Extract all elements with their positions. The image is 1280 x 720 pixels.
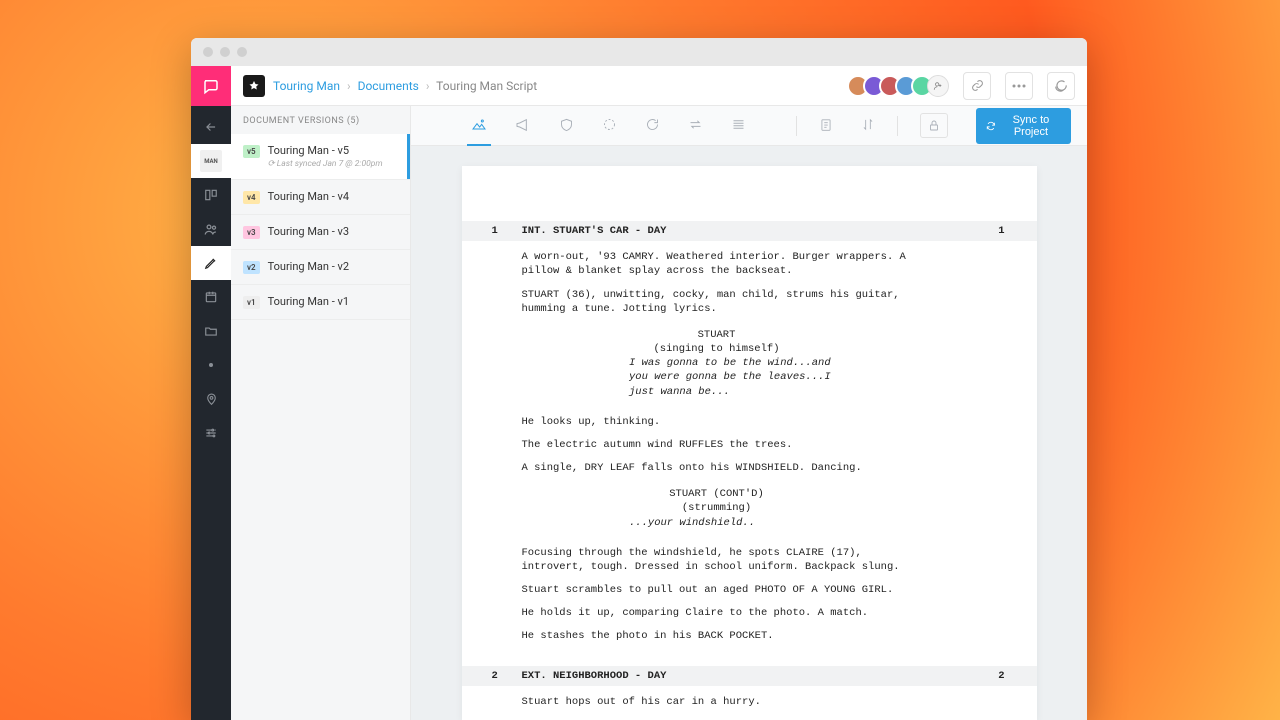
window-close-dot[interactable] — [203, 47, 213, 57]
editor-canvas[interactable]: 1 INT. STUART'S CAR - DAY 1 A worn-out, … — [411, 146, 1087, 720]
nav-people-icon[interactable] — [191, 212, 231, 246]
breadcrumb-project[interactable]: Touring Man — [273, 79, 340, 93]
scene-number-right: 1 — [998, 224, 1004, 238]
parenthetical[interactable]: (singing to himself) — [522, 342, 912, 356]
version-title: Touring Man - v3 — [268, 225, 349, 238]
scene-heading[interactable]: 2 EXT. NEIGHBORHOOD - DAY 2 — [462, 666, 1037, 686]
version-title: Touring Man - v4 — [268, 190, 349, 203]
version-badge: v5 — [243, 145, 260, 158]
dialogue-line[interactable]: I was gonna to be the wind...and — [629, 356, 889, 370]
sync-button[interactable]: Sync to Project — [976, 108, 1071, 144]
action-line[interactable]: Stuart hops out of his car in a hurry. — [522, 695, 912, 709]
scene-heading[interactable]: 1 INT. STUART'S CAR - DAY 1 — [462, 221, 1037, 241]
tool-align-icon[interactable] — [731, 117, 746, 134]
link-button[interactable] — [963, 72, 991, 100]
collaborator-avatars — [853, 75, 949, 97]
version-badge: v4 — [243, 191, 260, 204]
version-title: Touring Man - v2 — [268, 260, 349, 273]
top-bar: Touring Man › Documents › Touring Man Sc… — [231, 66, 1087, 106]
tool-lock-icon[interactable] — [920, 113, 948, 138]
version-title: Touring Man - v5 — [268, 144, 383, 157]
scene-heading-text: INT. STUART'S CAR - DAY — [522, 225, 667, 237]
action-line[interactable]: A worn-out, '93 CAMRY. Weathered interio… — [522, 250, 912, 278]
nav-project-thumb[interactable]: MAN — [191, 144, 231, 178]
action-line[interactable]: A single, DRY LEAF falls onto his WINDSH… — [522, 461, 912, 475]
window-titlebar — [191, 38, 1087, 66]
tool-comment-icon[interactable] — [645, 117, 660, 134]
breadcrumb-sep: › — [347, 79, 351, 93]
dialogue-line[interactable]: ...your windshield.. — [629, 516, 889, 530]
version-subtitle: ⟳ Last synced Jan 7 @ 2:00pm — [268, 159, 383, 169]
nav-edit-icon[interactable] — [191, 246, 231, 280]
tool-sort-icon[interactable] — [861, 117, 875, 134]
window-min-dot[interactable] — [220, 47, 230, 57]
scene-number-left: 2 — [492, 669, 498, 683]
nav-sliders-icon[interactable] — [191, 416, 231, 450]
tool-circle-icon[interactable] — [602, 117, 617, 134]
add-collaborator-button[interactable] — [927, 75, 949, 97]
scene-number-right: 2 — [998, 669, 1004, 683]
tool-notes-icon[interactable] — [819, 117, 833, 135]
action-line[interactable]: He holds it up, comparing Claire to the … — [522, 606, 912, 620]
version-item[interactable]: v5 Touring Man - v5 ⟳ Last synced Jan 7 … — [231, 134, 410, 180]
comments-button[interactable] — [1047, 72, 1075, 100]
nav-back[interactable] — [191, 110, 231, 144]
nav-location-icon[interactable] — [191, 382, 231, 416]
parenthetical[interactable]: (strumming) — [522, 501, 912, 515]
action-line[interactable]: He looks up, thinking. — [522, 415, 912, 429]
version-title: Touring Man - v1 — [268, 295, 349, 308]
character-cue[interactable]: STUART — [522, 328, 912, 342]
breadcrumb-section[interactable]: Documents — [358, 79, 419, 93]
action-line[interactable]: Focusing through the windshield, he spot… — [522, 546, 912, 574]
editor-toolbar: Sync to Project — [411, 106, 1087, 146]
version-item[interactable]: v1 Touring Man - v1 — [231, 285, 410, 320]
breadcrumb-sep: › — [426, 79, 430, 93]
tool-transfer-icon[interactable] — [688, 117, 703, 134]
nav-calendar-icon[interactable] — [191, 280, 231, 314]
version-badge: v3 — [243, 226, 260, 239]
character-cue[interactable]: STUART (CONT'D) — [522, 487, 912, 501]
project-badge[interactable] — [243, 75, 265, 97]
tool-shield-icon[interactable] — [559, 117, 574, 135]
window-max-dot[interactable] — [237, 47, 247, 57]
version-badge: v1 — [243, 296, 260, 309]
script-page: 1 INT. STUART'S CAR - DAY 1 A worn-out, … — [462, 166, 1037, 720]
nav-dot-icon[interactable] — [191, 348, 231, 382]
versions-header: DOCUMENT VERSIONS (5) — [231, 106, 410, 134]
nav-rail: MAN — [191, 66, 231, 720]
tool-scene-icon[interactable] — [471, 117, 487, 135]
action-line[interactable]: The electric autumn wind RUFFLES the tre… — [522, 438, 912, 452]
sync-button-label: Sync to Project — [1001, 114, 1061, 138]
version-badge: v2 — [243, 261, 260, 274]
scene-number-left: 1 — [492, 224, 498, 238]
tool-announce-icon[interactable] — [515, 117, 531, 135]
nav-folder-icon[interactable] — [191, 314, 231, 348]
app-window: MAN — [191, 38, 1087, 720]
action-line[interactable]: He stashes the photo in his BACK POCKET. — [522, 629, 912, 643]
dialogue-line[interactable]: just wanna be... — [629, 385, 889, 399]
action-line[interactable]: STUART (36), unwitting, cocky, man child… — [522, 288, 912, 316]
dialogue-line[interactable]: you were gonna be the leaves...I — [629, 370, 889, 384]
version-item[interactable]: v3 Touring Man - v3 — [231, 215, 410, 250]
app-logo[interactable] — [191, 66, 231, 106]
nav-boards-icon[interactable] — [191, 178, 231, 212]
version-item[interactable]: v4 Touring Man - v4 — [231, 180, 410, 215]
scene-heading-text: EXT. NEIGHBORHOOD - DAY — [522, 670, 667, 682]
more-button[interactable] — [1005, 72, 1033, 100]
breadcrumb: Touring Man › Documents › Touring Man Sc… — [273, 79, 537, 93]
version-item[interactable]: v2 Touring Man - v2 — [231, 250, 410, 285]
action-line[interactable]: Stuart scrambles to pull out an aged PHO… — [522, 583, 912, 597]
versions-panel: DOCUMENT VERSIONS (5) v5 Touring Man - v… — [231, 106, 411, 720]
breadcrumb-document: Touring Man Script — [436, 79, 537, 93]
